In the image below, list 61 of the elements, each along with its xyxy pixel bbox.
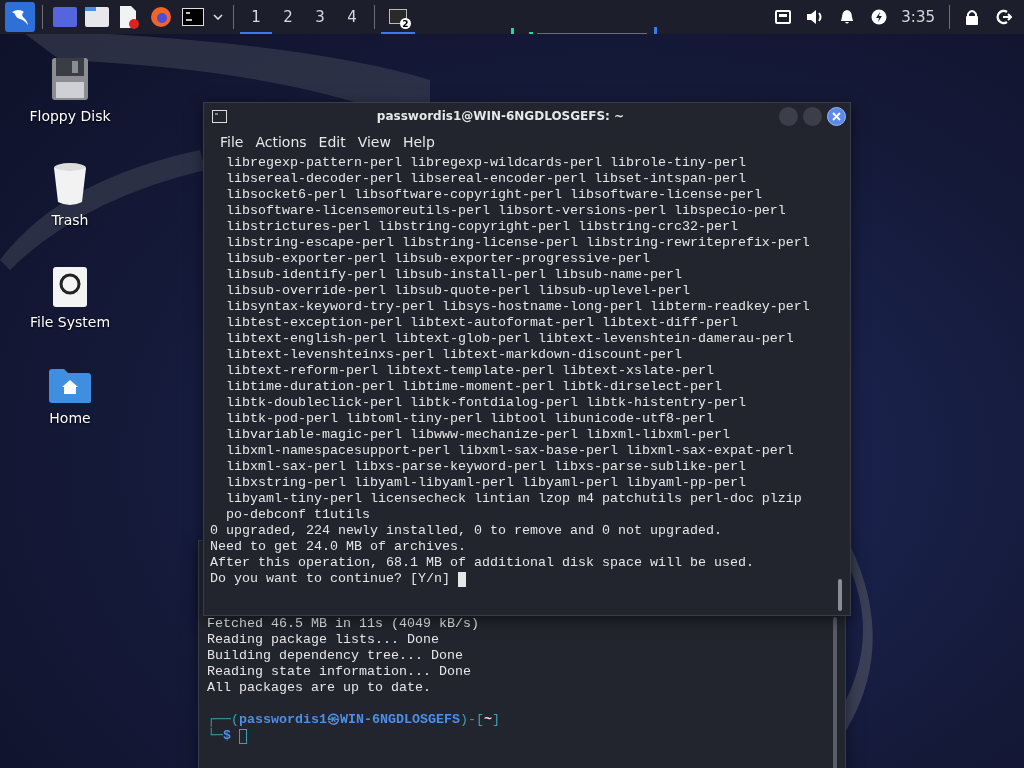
terminal-line: libsoftware-licensemoreutils-perl libsort-versions-perl libspecio-perl [225, 203, 787, 219]
workspace-tab[interactable]: 4 [336, 0, 368, 34]
desktop-icon-label[interactable]: File System [29, 314, 111, 330]
terminal-line: libxstring-perl libyaml-libyaml-perl libyaml-perl libyaml-pp-perl [225, 475, 747, 491]
desktop-icon-label[interactable]: Trash [51, 212, 89, 228]
close-icon [832, 111, 841, 121]
workspace-tab[interactable]: 1 [240, 0, 272, 34]
terminal-line: 0 upgraded, 224 newly installed, 0 to remove and 0 not upgraded. [210, 523, 723, 539]
terminal-line: libtime-duration-perl libtime-moment-perl libtk-dirselect-perl [225, 379, 723, 395]
terminal-line: libsub-exporter-perl libsub-exporter-progressive-perl [225, 251, 651, 267]
terminal-line: libregexp-pattern-perl libregexp-wildcards-perl librole-tiny-perl [225, 155, 747, 171]
terminal-icon [212, 109, 227, 123]
clock[interactable]: 3:35 [901, 8, 935, 26]
terminal-line: After this operation, 68.1 MB of additional disk space will be used. [210, 555, 755, 571]
menu-item[interactable]: View [351, 132, 397, 152]
desktop-icon-label[interactable]: Home [49, 410, 91, 426]
terminal-line: libxml-sax-perl libxs-parse-keyword-perl libxs-parse-sublike-perl [225, 459, 747, 475]
terminal-line: libtext-reform-perl libtext-template-perl libtext-xslate-perl [225, 363, 715, 379]
drive-icon [52, 266, 88, 308]
terminal-line: libtk-doubleclick-perl libtk-fontdialog-perl libtk-histentry-perl [225, 395, 747, 411]
terminal-line: libsocket6-perl libsoftware-copyright-perl libsoftware-license-perl [225, 187, 763, 203]
terminal-line: Do you want to continue? [Y/n] [210, 571, 451, 587]
prompt-line: ┌──(passwordis1㉿WIN-6NGDLOSGEFS)-[~] [207, 712, 501, 728]
terminal-line: Reading package lists... Done [207, 632, 440, 648]
terminal-line: libsereal-decoder-perl libsereal-encoder-perl libset-intspan-perl [225, 171, 747, 187]
terminal-line: All packages are up to date. [207, 680, 432, 696]
terminal-task-button[interactable]: 2 [381, 0, 415, 34]
kali-menu-icon[interactable] [5, 2, 35, 32]
terminal-line: libsub-identify-perl libsub-install-perl libsub-name-perl [225, 267, 683, 283]
window-count-badge: 2 [400, 18, 411, 29]
desktop-icon-label[interactable]: Floppy Disk [29, 108, 111, 124]
terminal-line: Fetched 46.5 MB in 11s (4049 kB/s) [207, 616, 480, 632]
scrollbar-thumb[interactable] [838, 579, 842, 611]
terminal-line: libstring-escape-perl libstring-license-perl libstring-rewriteprefix-perl [225, 235, 811, 251]
terminal-line: libvariable-magic-perl libwww-mechanize-perl libxml-libxml-perl [225, 427, 731, 443]
terminal-line: libtext-levenshteinxs-perl libtext-markdown-discount-perl [225, 347, 683, 363]
terminal-line: libsub-override-perl libsub-quote-perl libsub-uplevel-perl [225, 283, 691, 299]
close-button[interactable] [827, 106, 846, 126]
terminal-line: libstrictures-perl libstring-copyright-perl libstring-crc32-perl [225, 219, 739, 235]
home-folder-icon [48, 368, 92, 404]
terminal-line: libtk-pod-perl libtoml-tiny-perl libtool libunicode-utf8-perl [225, 411, 715, 427]
prompt-line: └─$ [207, 728, 231, 744]
menu-item[interactable]: Actions [249, 132, 313, 152]
scrollbar-thumb[interactable] [833, 617, 837, 768]
terminal-line: libtest-exception-perl libtext-autoformat-perl libtext-diff-perl [225, 315, 739, 331]
terminal-line: libtext-english-perl libtext-glob-perl libtext-levenshtein-damerau-perl [225, 331, 795, 347]
trash-icon [52, 162, 88, 206]
workspace-tab[interactable]: 2 [272, 0, 304, 34]
terminal-line: libsyntax-keyword-try-perl libsys-hostname-long-perl libterm-readkey-perl [225, 299, 811, 315]
menu-item[interactable]: File [214, 132, 250, 152]
terminal-line: Building dependency tree... Done [207, 648, 464, 664]
workspace-tab[interactable]: 3 [304, 0, 336, 34]
menu-item[interactable]: Edit [312, 132, 352, 152]
terminal-line: Need to get 24.0 MB of archives. [210, 539, 467, 555]
menu-item[interactable]: Help [396, 132, 441, 152]
terminal-line: Reading state information... Done [207, 664, 472, 680]
terminal-line: libxml-namespacesupport-perl libxml-sax-base-perl libxml-sax-expat-perl [225, 443, 795, 459]
window-title: passwordis1@WIN-6NGDLOSGEFS: ~ [375, 109, 626, 123]
cursor-icon [239, 729, 247, 744]
terminal-line: libyaml-tiny-perl licensecheck lintian lzop m4 patchutils perl-doc plzip [225, 491, 803, 507]
terminal-line: po-debconf t1utils [225, 507, 371, 523]
